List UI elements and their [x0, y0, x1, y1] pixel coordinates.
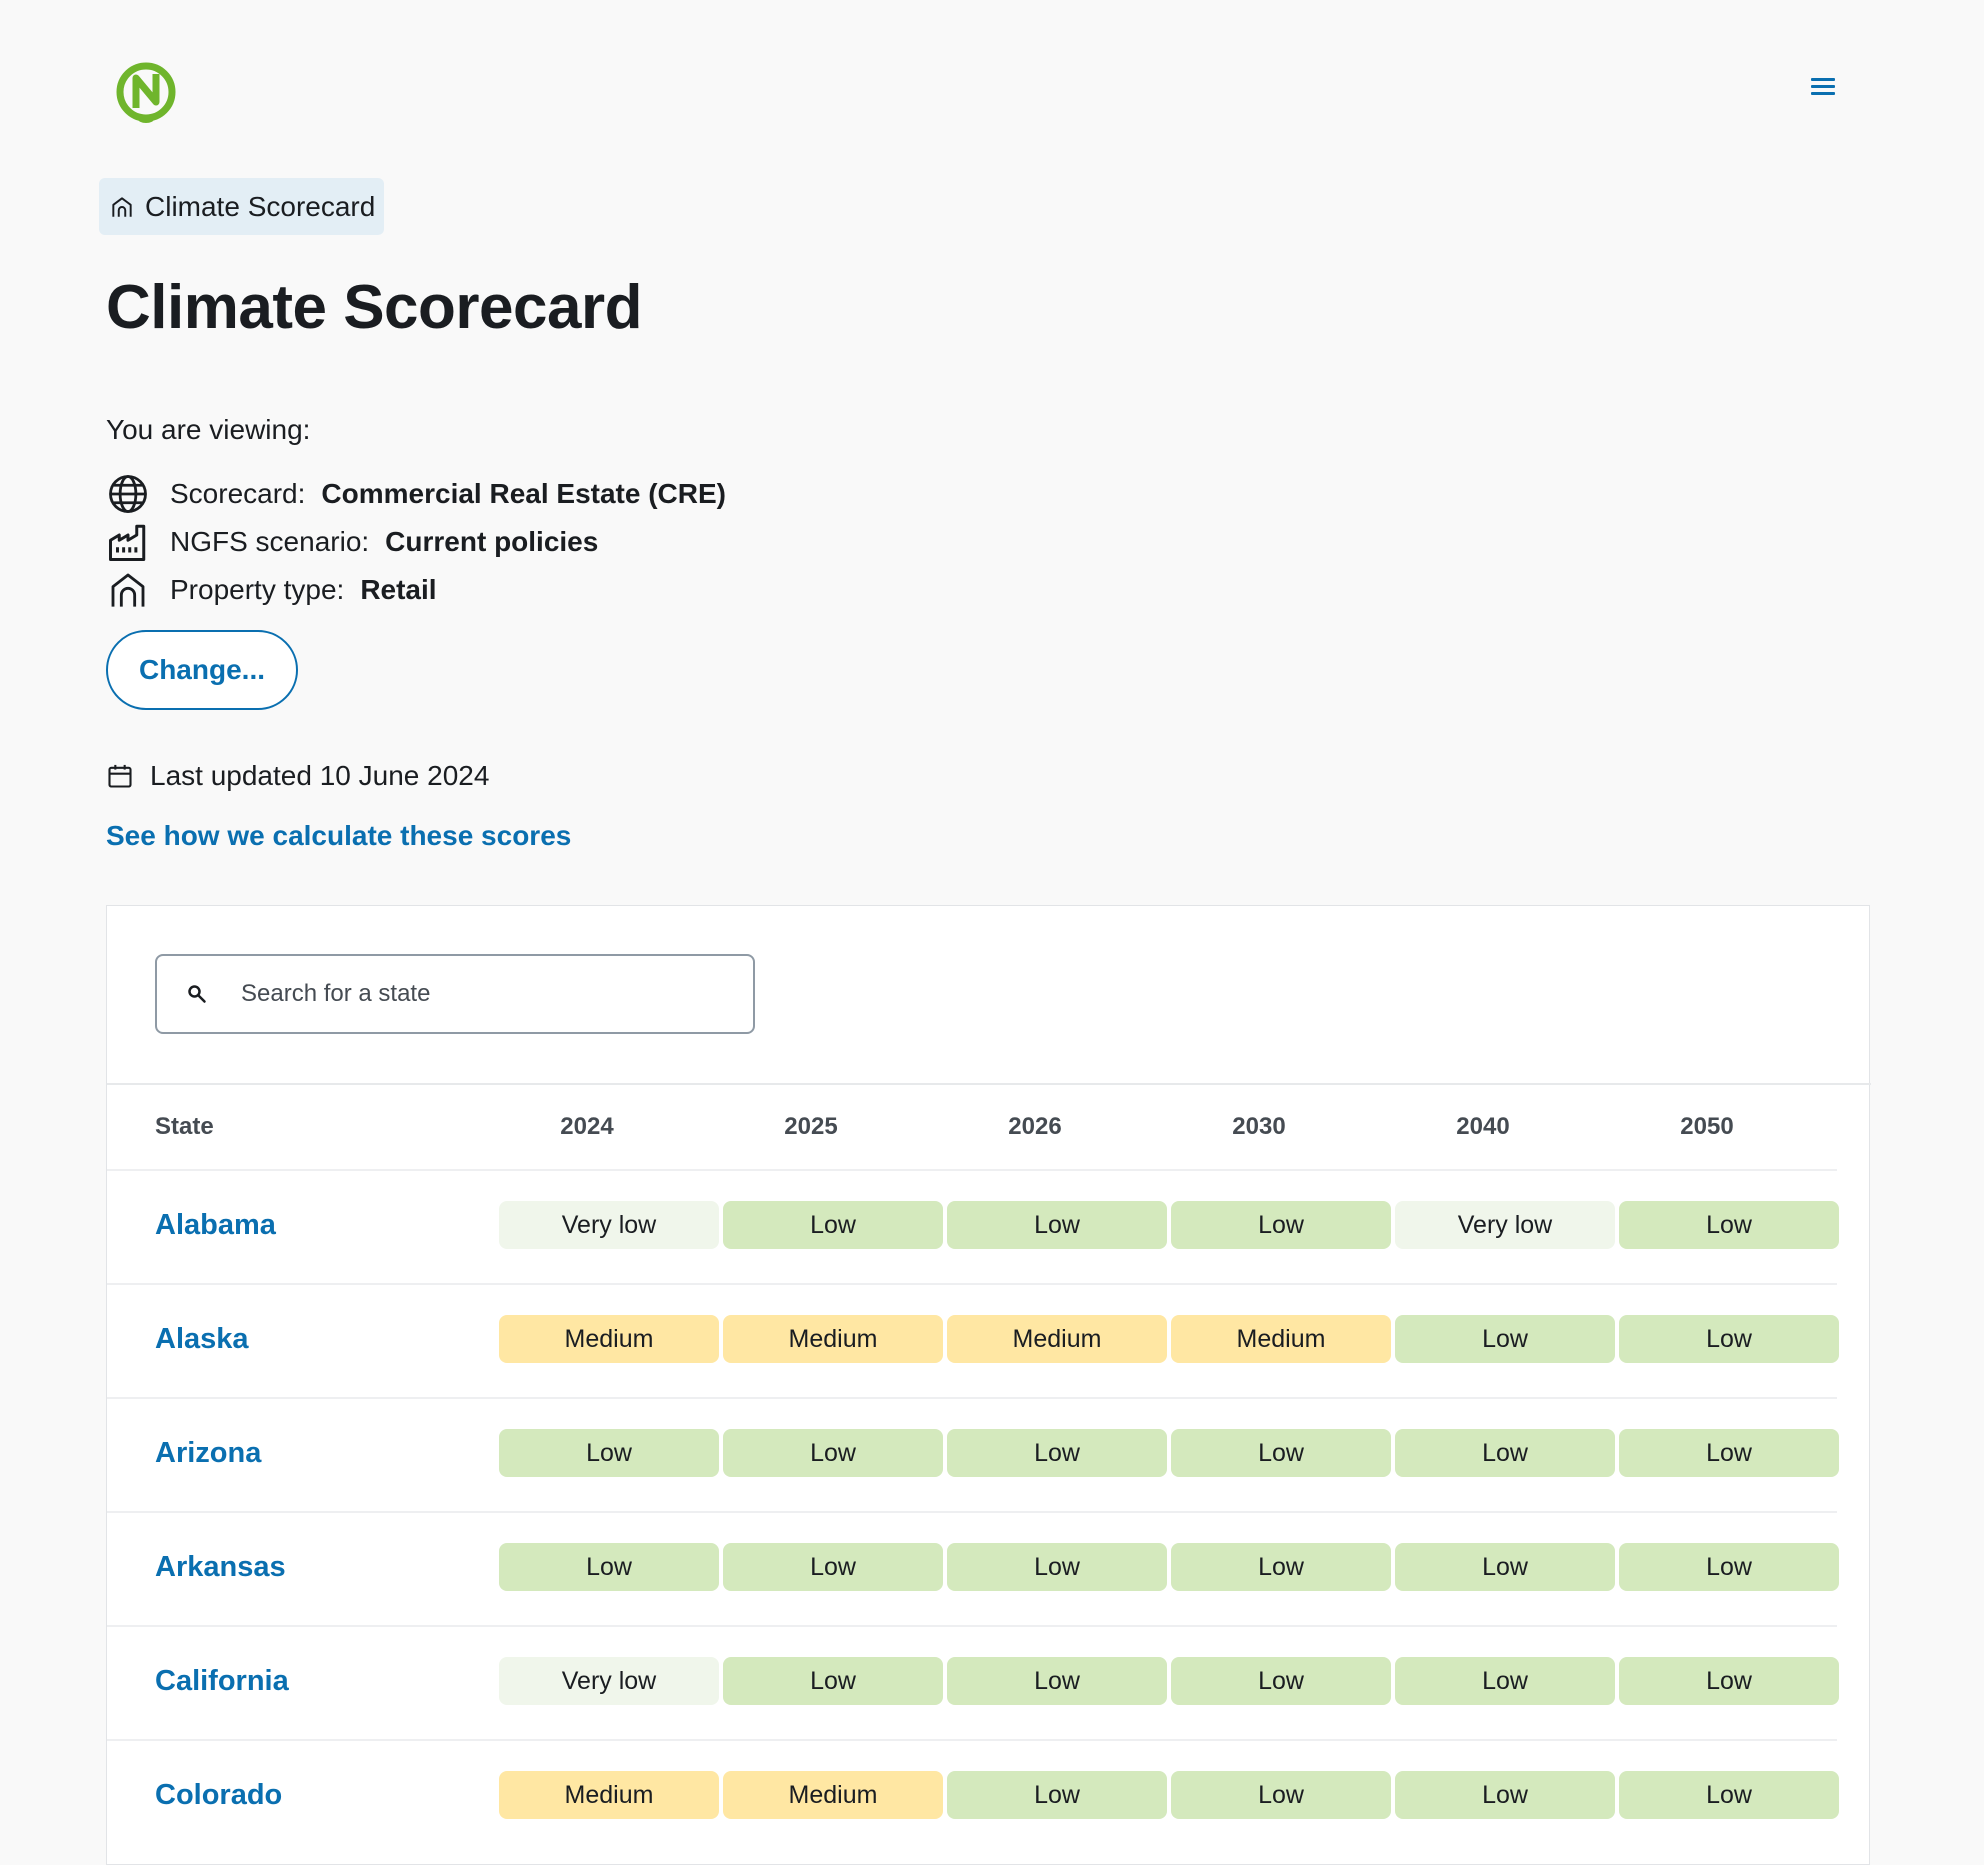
state-link[interactable]: Arizona — [155, 1437, 261, 1470]
scorecard-label: Scorecard: — [170, 478, 306, 509]
score-badge: Low — [1619, 1429, 1839, 1477]
change-button[interactable]: Change... — [106, 630, 298, 710]
home-icon — [112, 196, 132, 217]
globe-icon — [106, 472, 150, 516]
score-badge: Low — [947, 1771, 1167, 1819]
search-icon — [188, 985, 206, 1003]
viewing-heading: You are viewing: — [106, 414, 311, 445]
score-badge: Low — [1395, 1771, 1615, 1819]
score-badge: Low — [1395, 1315, 1615, 1363]
home-icon — [106, 568, 150, 612]
score-badge: Medium — [499, 1771, 719, 1819]
score-badge: Low — [947, 1429, 1167, 1477]
score-badge: Low — [1619, 1543, 1839, 1591]
state-link[interactable]: Alaska — [155, 1323, 249, 1356]
table-row: Alabama Very low Low Low Low Very low Low — [107, 1169, 1839, 1285]
scorecard-row: Scorecard: Commercial Real Estate (CRE) — [106, 472, 726, 516]
score-badge: Low — [723, 1429, 943, 1477]
score-badge: Low — [723, 1543, 943, 1591]
score-badge: Very low — [499, 1657, 719, 1705]
table-row: Arkansas Low Low Low Low Low Low — [107, 1511, 1839, 1627]
property-value: Retail — [360, 574, 437, 605]
property-label: Property type: — [170, 574, 345, 605]
header-year: 2025 — [784, 1113, 838, 1140]
logo[interactable] — [114, 60, 178, 124]
score-badge: Low — [1619, 1657, 1839, 1705]
state-link[interactable]: California — [155, 1665, 289, 1698]
scenario-label: NGFS scenario: — [170, 526, 370, 557]
scenario-row: NGFS scenario: Current policies — [106, 520, 598, 564]
menu-icon[interactable] — [1806, 74, 1840, 108]
score-badge: Low — [1171, 1201, 1391, 1249]
last-updated: Last updated 10 June 2024 — [106, 760, 489, 792]
score-badge: Low — [1171, 1429, 1391, 1477]
factory-icon — [106, 520, 150, 564]
property-row: Property type: Retail — [106, 568, 437, 612]
header-year: 2026 — [1008, 1113, 1062, 1140]
table-row: Arizona Low Low Low Low Low Low — [107, 1397, 1839, 1513]
score-badge: Medium — [723, 1315, 943, 1363]
state-link[interactable]: Arkansas — [155, 1551, 286, 1584]
header-year: 2030 — [1232, 1113, 1286, 1140]
table-row: Alaska Medium Medium Medium Medium Low Low — [107, 1283, 1839, 1399]
score-badge: Low — [1619, 1315, 1839, 1363]
score-badge: Low — [947, 1201, 1167, 1249]
score-badge: Low — [1619, 1201, 1839, 1249]
search-field[interactable] — [155, 954, 755, 1034]
table-header: State 2024 2025 2026 2030 2040 2050 — [107, 1085, 1871, 1169]
header-year: 2040 — [1456, 1113, 1510, 1140]
score-badge: Low — [723, 1201, 943, 1249]
score-badge: Medium — [723, 1771, 943, 1819]
score-badge: Low — [1395, 1429, 1615, 1477]
search-input[interactable] — [239, 979, 723, 1009]
calendar-icon — [108, 764, 132, 788]
score-badge: Low — [947, 1543, 1167, 1591]
header-state: State — [155, 1113, 214, 1140]
score-badge: Low — [499, 1543, 719, 1591]
table-row: California Very low Low Low Low Low Low — [107, 1625, 1839, 1741]
score-badge: Low — [1619, 1771, 1839, 1819]
score-badge: Low — [1395, 1543, 1615, 1591]
score-badge: Low — [499, 1429, 719, 1477]
score-badge: Low — [723, 1657, 943, 1705]
score-badge: Medium — [947, 1315, 1167, 1363]
state-link[interactable]: Colorado — [155, 1779, 282, 1812]
calculation-link[interactable]: See how we calculate these scores — [106, 820, 571, 852]
score-badge: Very low — [1395, 1201, 1615, 1249]
top-bar — [0, 0, 1984, 170]
header-year: 2024 — [560, 1113, 614, 1140]
scores-panel: State 2024 2025 2026 2030 2040 2050 Alab… — [106, 905, 1871, 1865]
scenario-value: Current policies — [385, 526, 599, 557]
score-badge: Low — [1171, 1543, 1391, 1591]
score-badge: Low — [947, 1657, 1167, 1705]
score-badge: Medium — [499, 1315, 719, 1363]
score-badge: Medium — [1171, 1315, 1391, 1363]
table-row: Colorado Medium Medium Low Low Low Low — [107, 1739, 1839, 1855]
score-badge: Low — [1171, 1771, 1391, 1819]
breadcrumb[interactable]: Climate Scorecard — [99, 178, 385, 235]
header-year: 2050 — [1680, 1113, 1734, 1140]
score-badge: Low — [1395, 1657, 1615, 1705]
score-badge: Low — [1171, 1657, 1391, 1705]
scorecard-value: Commercial Real Estate (CRE) — [321, 478, 726, 509]
score-badge: Very low — [499, 1201, 719, 1249]
page-title: Climate Scorecard — [106, 273, 642, 342]
last-updated-text: Last updated 10 June 2024 — [150, 760, 490, 791]
state-link[interactable]: Alabama — [155, 1209, 276, 1242]
breadcrumb-label: Climate Scorecard — [145, 190, 376, 222]
